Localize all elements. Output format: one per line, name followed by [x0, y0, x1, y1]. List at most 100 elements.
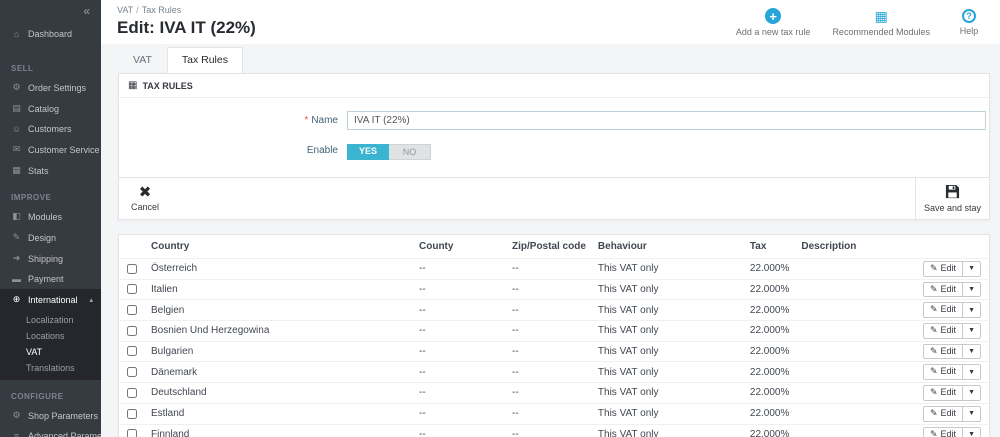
- enable-yes-button[interactable]: YES: [347, 144, 389, 160]
- sidebar-item-shop-parameters[interactable]: ⚙ Shop Parameters: [0, 405, 101, 426]
- save-and-stay-button[interactable]: Save and stay: [914, 178, 989, 219]
- row-checkbox[interactable]: [127, 325, 137, 336]
- edit-button[interactable]: ✎ Edit: [923, 281, 964, 298]
- action-label: Recommended Modules: [832, 27, 930, 37]
- edit-dropdown-toggle[interactable]: ▼: [963, 343, 981, 360]
- row-checkbox[interactable]: [127, 284, 137, 295]
- edit-button[interactable]: ✎ Edit: [923, 343, 964, 360]
- row-checkbox[interactable]: [127, 263, 137, 274]
- help-button[interactable]: ? Help: [952, 8, 986, 37]
- enable-no-button[interactable]: NO: [389, 144, 431, 160]
- sidebar-item-label: Customer Service: [28, 144, 100, 155]
- edit-button[interactable]: ✎ Edit: [923, 364, 964, 381]
- name-input[interactable]: [347, 111, 986, 130]
- sidebar-item-dashboard[interactable]: ⌂ Dashboard: [0, 24, 101, 44]
- table-row: Finnland -- -- This VAT only 22.000% ✎ E…: [119, 423, 989, 437]
- row-checkbox[interactable]: [127, 367, 137, 378]
- sidebar-item-label: Design: [28, 232, 57, 243]
- edit-button[interactable]: ✎ Edit: [923, 385, 964, 401]
- breadcrumb-parent[interactable]: VAT: [117, 5, 133, 15]
- edit-dropdown-toggle[interactable]: ▼: [963, 261, 981, 277]
- row-county: --: [413, 402, 506, 424]
- row-behaviour: This VAT only: [591, 423, 744, 437]
- tax-rules-table-panel: Country County Zip/Postal code Behaviour…: [118, 234, 990, 437]
- row-checkbox[interactable]: [127, 346, 137, 357]
- row-checkbox[interactable]: [127, 387, 137, 398]
- sidebar-item-payment[interactable]: ▬ Payment: [0, 269, 101, 289]
- caret-down-icon: ▼: [968, 368, 975, 376]
- row-behaviour: This VAT only: [591, 278, 744, 300]
- sidebar-subitem-vat[interactable]: VAT: [0, 344, 101, 360]
- edit-dropdown-toggle[interactable]: ▼: [963, 281, 981, 298]
- edit-button-label: Edit: [940, 366, 957, 377]
- row-checkbox[interactable]: [127, 429, 137, 437]
- modules-icon: ◧: [12, 211, 21, 221]
- row-zip: --: [506, 320, 592, 342]
- settings-icon: ≡: [13, 431, 20, 437]
- cancel-button[interactable]: ✖ Cancel: [119, 178, 171, 219]
- edit-dropdown-toggle[interactable]: ▼: [963, 323, 981, 339]
- sidebar-item-design[interactable]: ✎ Design: [0, 227, 101, 248]
- column-header-county: County: [419, 241, 454, 252]
- row-behaviour: This VAT only: [591, 382, 744, 404]
- sidebar-item-customer-service[interactable]: ✉ Customer Service: [0, 139, 101, 160]
- row-checkbox[interactable]: [127, 305, 137, 316]
- edit-button[interactable]: ✎ Edit: [923, 323, 964, 339]
- pencil-icon: ✎: [930, 366, 938, 377]
- edit-dropdown-toggle[interactable]: ▼: [963, 405, 981, 422]
- column-header-description: Description: [801, 241, 857, 252]
- edit-dropdown-toggle[interactable]: ▼: [963, 364, 981, 381]
- panel-header: ▦ TAX RULES: [119, 74, 989, 98]
- sidebar-item-label: Payment: [28, 274, 64, 284]
- pencil-icon: ✎: [930, 304, 938, 315]
- sidebar-item-stats[interactable]: ▦ Stats: [0, 160, 101, 181]
- row-description: [795, 258, 907, 280]
- edit-button[interactable]: ✎ Edit: [923, 302, 964, 319]
- tab-tax-rules[interactable]: Tax Rules: [166, 47, 243, 73]
- row-tax: 22.000%: [743, 258, 796, 280]
- header-checkbox-column: [119, 235, 145, 259]
- row-tax: 22.000%: [743, 402, 796, 424]
- sidebar-subitem-localization[interactable]: Localization: [0, 312, 101, 328]
- field-label-text: Enable: [306, 145, 338, 156]
- table-row: Deutschland -- -- This VAT only 22.000% …: [119, 382, 989, 404]
- sidebar-item-label: Dashboard: [28, 29, 73, 39]
- row-tax: 22.000%: [743, 320, 796, 342]
- pencil-icon: ✎: [930, 387, 938, 398]
- sidebar-item-label: Order Settings: [28, 82, 87, 93]
- edit-dropdown-toggle[interactable]: ▼: [963, 385, 981, 401]
- row-behaviour: This VAT only: [591, 258, 744, 280]
- sidebar-item-modules[interactable]: ◧ Modules: [0, 206, 101, 227]
- edit-dropdown-toggle[interactable]: ▼: [963, 302, 981, 319]
- header-actions: + Add a new tax rule ▦ Recommended Modul…: [736, 5, 986, 37]
- international-submenu: Localization Locations VAT Translations: [0, 310, 101, 380]
- sidebar-item-catalog[interactable]: ▤ Catalog: [0, 98, 101, 119]
- add-tax-rule-button[interactable]: + Add a new tax rule: [736, 8, 810, 37]
- edit-button-label: Edit: [940, 283, 957, 294]
- tab-vat[interactable]: VAT: [118, 47, 167, 73]
- edit-button[interactable]: ✎ Edit: [923, 426, 964, 437]
- row-checkbox[interactable]: [127, 408, 137, 419]
- sidebar-item-advanced-parameters[interactable]: ≡ Advanced Parameters: [0, 426, 101, 437]
- row-description: [795, 320, 907, 342]
- edit-button[interactable]: ✎ Edit: [923, 405, 964, 422]
- edit-button-label: Edit: [940, 407, 957, 418]
- sidebar-subitem-translations[interactable]: Translations: [0, 360, 101, 376]
- edit-button[interactable]: ✎ Edit: [923, 261, 964, 277]
- sidebar: « ⌂ Dashboard SELL ⚙ Order Settings ▤ Ca…: [0, 0, 101, 437]
- sidebar-item-order-settings[interactable]: ⚙ Order Settings: [0, 77, 101, 98]
- sidebar-item-shipping[interactable]: ➔ Shipping: [0, 248, 101, 269]
- sidebar-item-international[interactable]: ⊕ International ▴: [0, 289, 101, 310]
- caret-down-icon: ▼: [968, 285, 975, 293]
- row-tax: 22.000%: [743, 299, 796, 321]
- edit-dropdown-toggle[interactable]: ▼: [963, 426, 981, 437]
- sidebar-item-label: Shipping: [28, 253, 64, 264]
- sidebar-subitem-locations[interactable]: Locations: [0, 328, 101, 344]
- form-body: *Name Enable YES NO: [119, 98, 989, 173]
- column-header-behaviour: Behaviour: [597, 241, 647, 252]
- row-zip: --: [506, 258, 592, 280]
- sidebar-collapse-button[interactable]: «: [0, 0, 101, 20]
- row-actions: ✎ Edit ▼: [923, 302, 981, 319]
- recommended-modules-button[interactable]: ▦ Recommended Modules: [832, 8, 930, 37]
- sidebar-item-customers[interactable]: ☺ Customers: [0, 119, 101, 139]
